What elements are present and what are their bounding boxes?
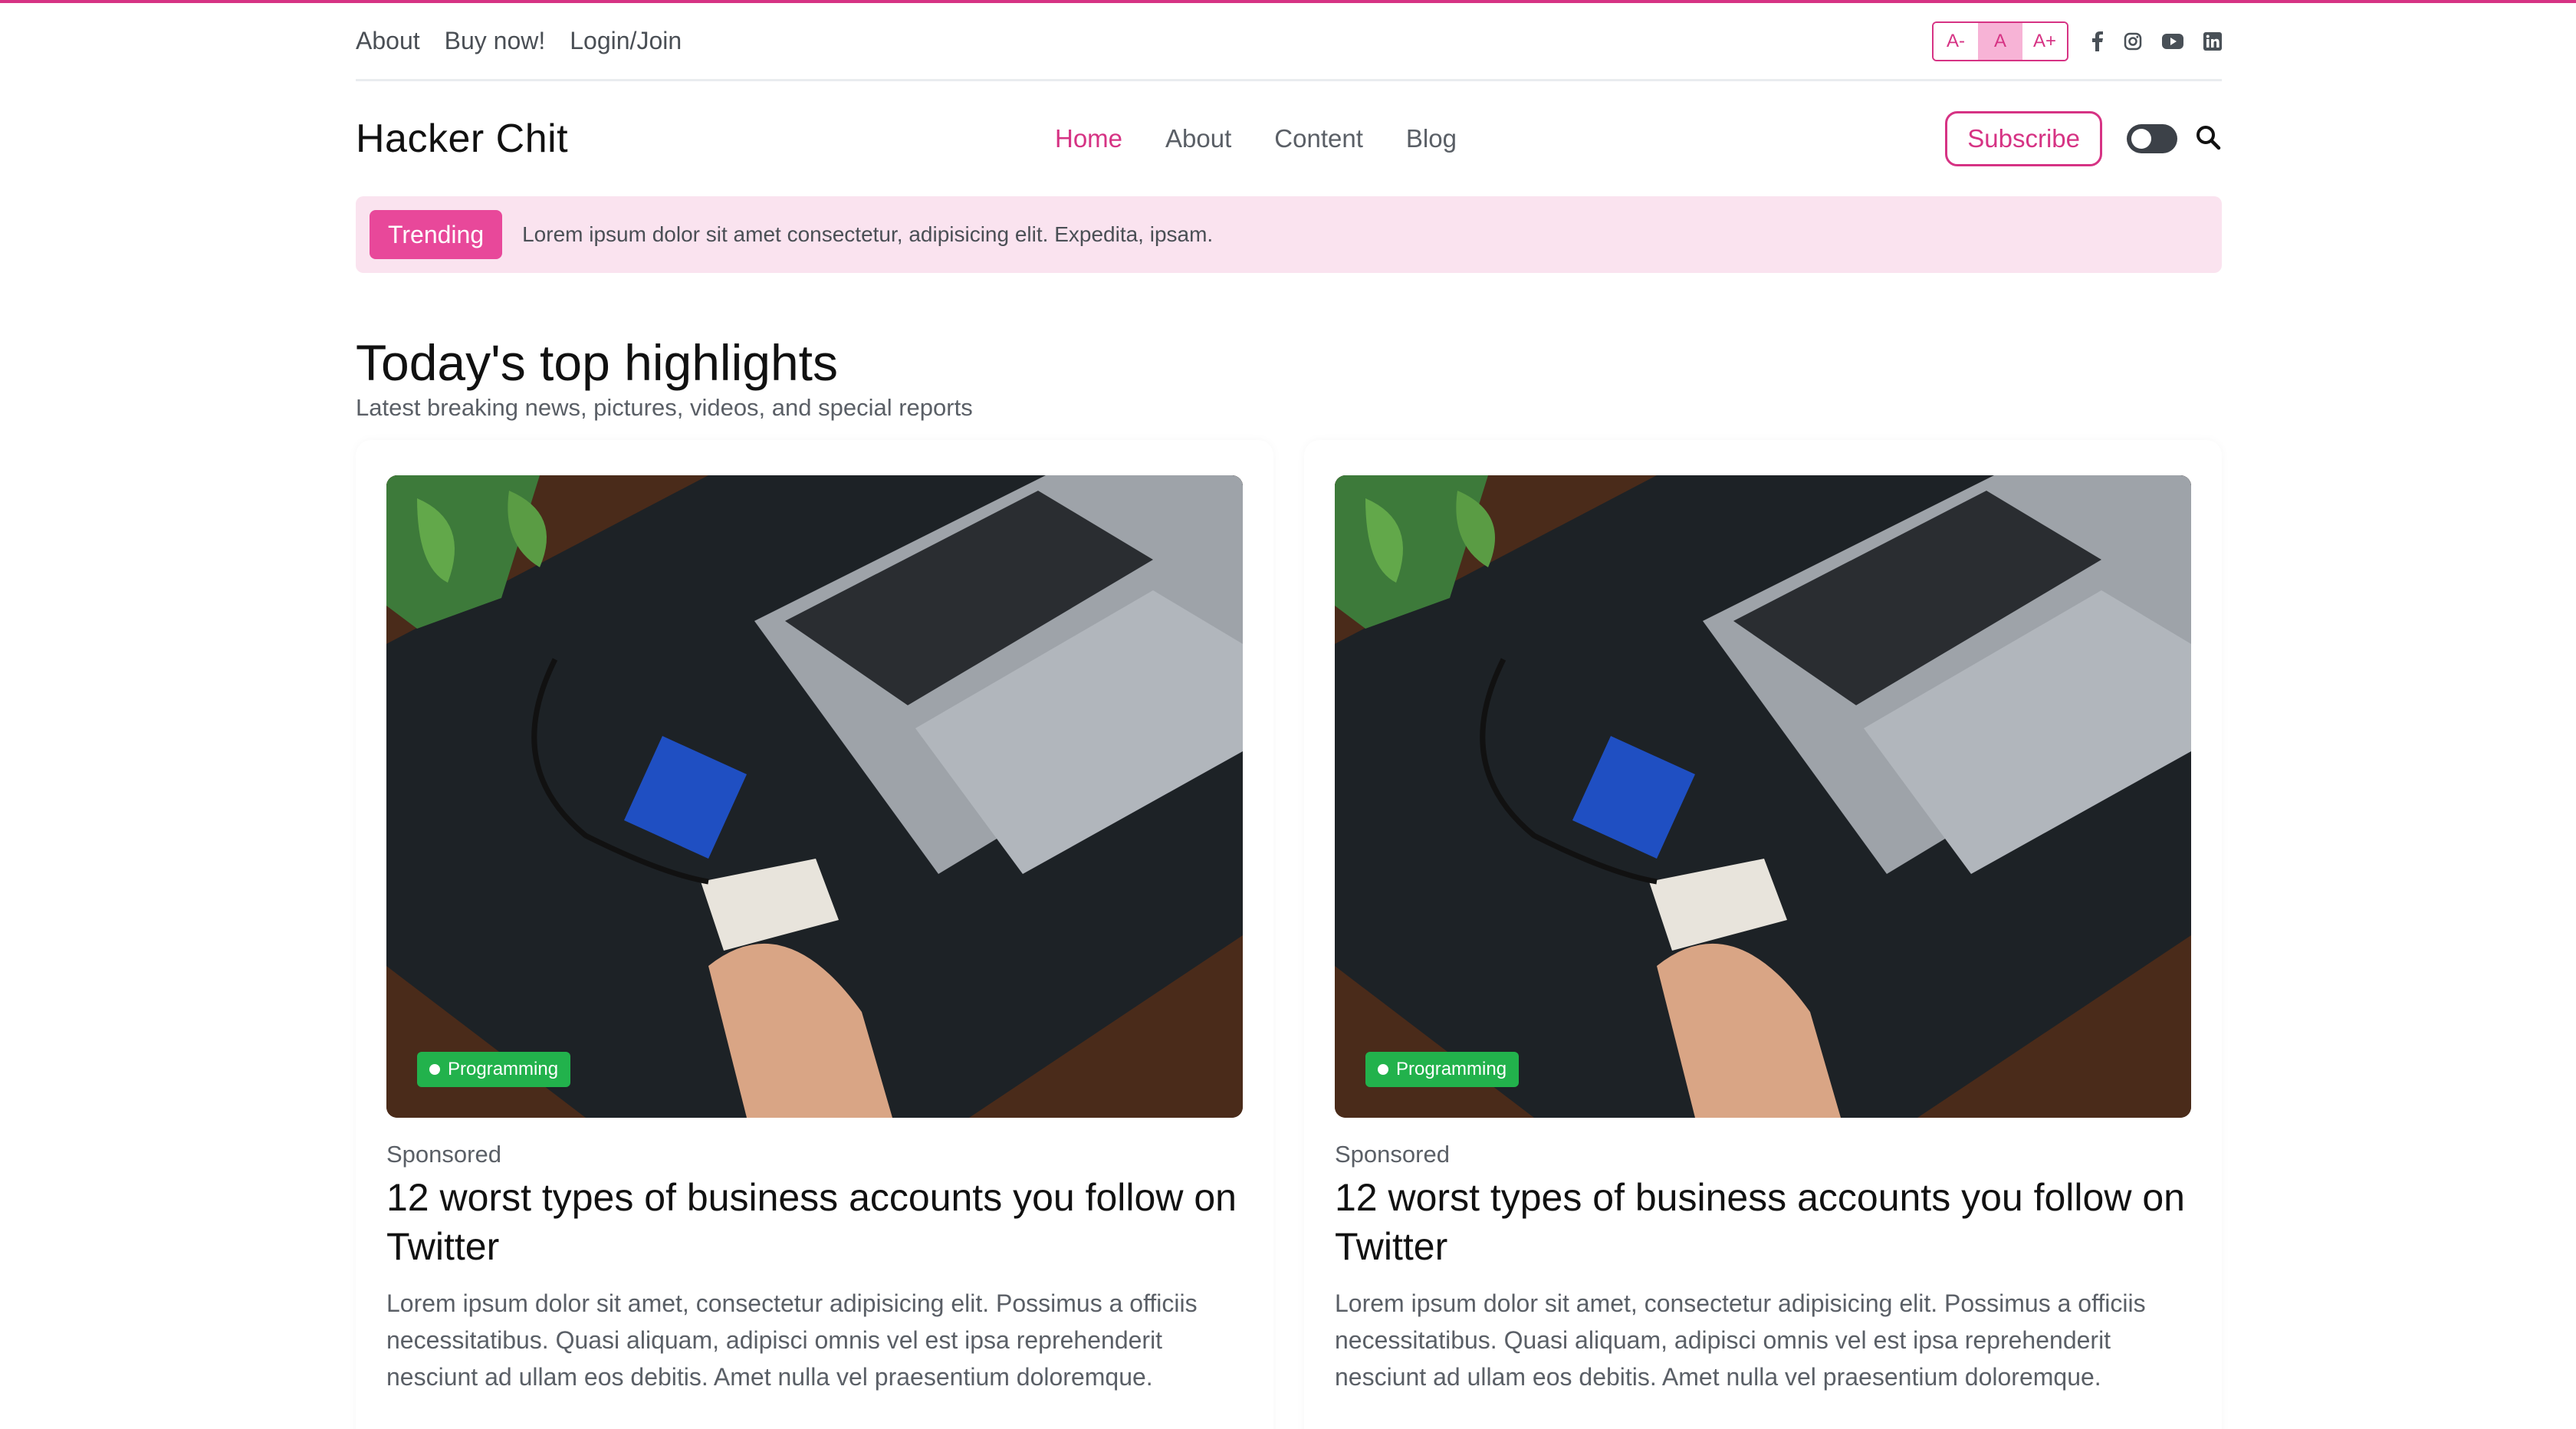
nav-home[interactable]: Home — [1055, 124, 1122, 153]
trending-text[interactable]: Lorem ipsum dolor sit amet consectetur, … — [522, 222, 1213, 247]
article-title[interactable]: 12 worst types of business accounts you … — [386, 1173, 1243, 1271]
category-label: Programming — [1396, 1059, 1507, 1079]
card-grid: Programming Sponsored 12 worst types of … — [356, 440, 2222, 1429]
article-excerpt: Lorem ipsum dolor sit amet, consectetur … — [386, 1289, 1198, 1391]
trending-bar: Trending Lorem ipsum dolor sit amet cons… — [356, 196, 2222, 273]
section-title: Today's top highlights — [356, 334, 838, 391]
top-bar: About Buy now! Login/Join A- A A+ — [356, 3, 2222, 81]
top-link-buy-now[interactable]: Buy now! — [445, 27, 546, 55]
dark-mode-toggle[interactable] — [2127, 124, 2177, 153]
nav-right: Subscribe — [1945, 111, 2222, 166]
instagram-icon[interactable] — [2124, 32, 2142, 51]
dot-icon — [1378, 1064, 1388, 1075]
nav-blog[interactable]: Blog — [1406, 124, 1457, 153]
search-icon[interactable] — [2194, 123, 2222, 155]
subscribe-button[interactable]: Subscribe — [1945, 111, 2102, 166]
dot-icon — [429, 1064, 440, 1075]
brand-logo[interactable]: Hacker Chit — [356, 116, 568, 162]
top-link-login-join[interactable]: Login/Join — [570, 27, 682, 55]
article-card[interactable]: Programming Sponsored 12 worst types of … — [1304, 440, 2222, 1429]
main-nav: Home About Content Blog — [1055, 124, 1457, 153]
font-increase-button[interactable]: A+ — [2022, 22, 2067, 60]
top-links: About Buy now! Login/Join — [356, 27, 682, 55]
top-bar-right: A- A A+ — [1932, 21, 2222, 61]
section-subtitle: Latest breaking news, pictures, videos, … — [356, 394, 973, 421]
trending-badge: Trending — [370, 210, 503, 259]
nav-content[interactable]: Content — [1274, 124, 1363, 153]
linkedin-icon[interactable] — [2203, 31, 2222, 51]
navbar: Hacker Chit Home About Content Blog Subs… — [356, 81, 2222, 196]
top-link-about[interactable]: About — [356, 27, 420, 55]
article-excerpt: Lorem ipsum dolor sit amet, consectetur … — [1335, 1289, 2146, 1391]
font-decrease-button[interactable]: A- — [1934, 22, 1978, 60]
facebook-icon[interactable] — [2091, 31, 2104, 51]
sponsored-label: Sponsored — [386, 1141, 501, 1168]
category-badge[interactable]: Programming — [1365, 1052, 1520, 1087]
article-card[interactable]: Programming Sponsored 12 worst types of … — [356, 440, 1273, 1429]
category-badge[interactable]: Programming — [417, 1052, 571, 1087]
article-image[interactable]: Programming — [1335, 475, 2191, 1118]
social-links — [2091, 31, 2222, 51]
section-heading: Today's top highlights Latest breaking n… — [356, 330, 2222, 422]
youtube-icon[interactable] — [2162, 33, 2183, 50]
nav-about[interactable]: About — [1165, 124, 1231, 153]
category-label: Programming — [448, 1059, 559, 1079]
font-size-group: A- A A+ — [1932, 21, 2068, 61]
sponsored-label: Sponsored — [1335, 1141, 1450, 1168]
font-normal-button[interactable]: A — [1978, 22, 2022, 60]
article-image[interactable]: Programming — [386, 475, 1243, 1118]
article-title[interactable]: 12 worst types of business accounts you … — [1335, 1173, 2191, 1271]
